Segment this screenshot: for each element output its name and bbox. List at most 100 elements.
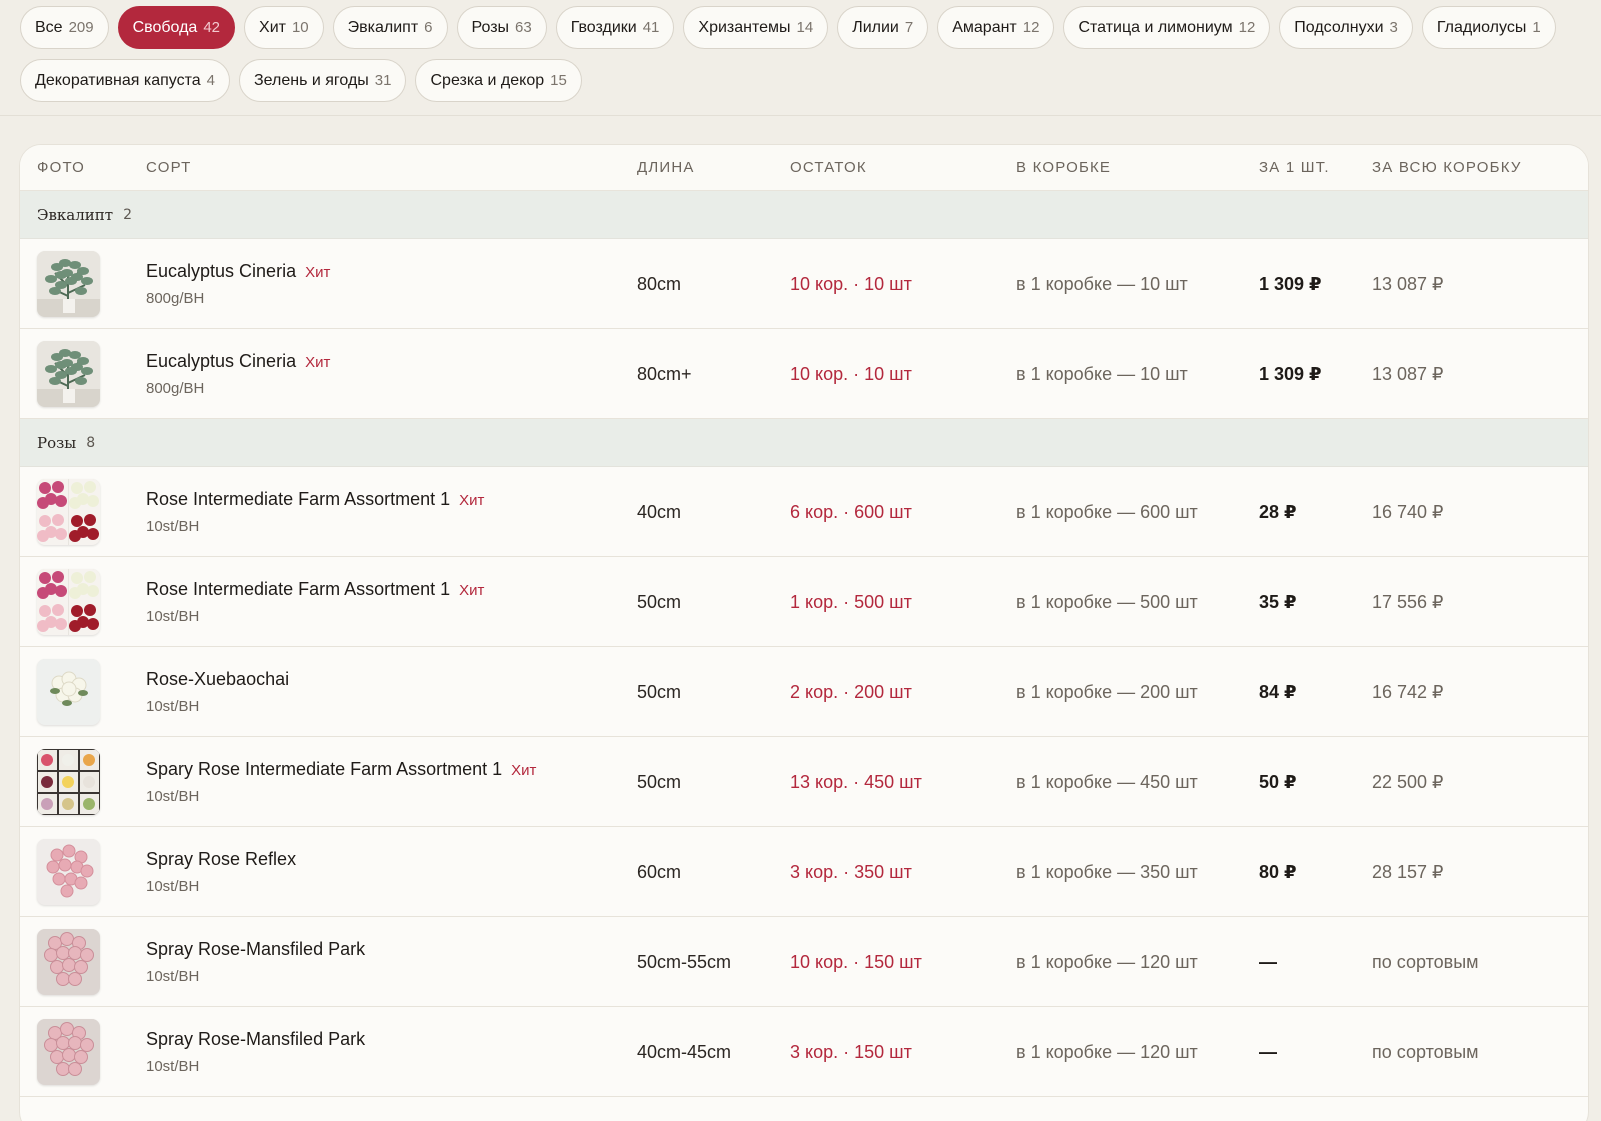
unit-price-cell: 50 ₽ <box>1259 771 1297 792</box>
filter-chip-count: 41 <box>642 19 660 36</box>
filter-chip[interactable]: Все 209 <box>20 6 109 49</box>
filter-chip[interactable]: Хризантемы 14 <box>683 6 829 49</box>
filter-chip[interactable]: Розы 63 <box>456 6 547 49</box>
box-price-cell: 13 087 ₽ <box>1372 273 1444 294</box>
stock-cell: 1 кор. · 500 шт <box>790 591 912 612</box>
product-name[interactable]: Eucalyptus Cineria <box>146 351 296 372</box>
filter-chip[interactable]: Хит 10 <box>244 6 324 49</box>
product-table: Фото Сорт Длина Остаток В коробке За 1 ш… <box>19 144 1589 1121</box>
stock-cell: 10 кор. · 150 шт <box>790 951 922 972</box>
filter-chip[interactable]: Подсолнухи 3 <box>1279 6 1413 49</box>
filter-chip[interactable]: Декоративная капуста 4 <box>20 59 230 102</box>
pack-size: 800g/BH <box>146 380 205 397</box>
filter-chip[interactable]: Срезка и декор 15 <box>415 59 582 102</box>
box-price-cell: 16 740 ₽ <box>1372 501 1444 522</box>
sort-cell: Spray Rose Reflex 10st/BH <box>146 827 616 917</box>
filter-chip-count: 6 <box>424 19 433 36</box>
box-quantity-cell: в 1 коробке — 120 шт <box>1016 1041 1198 1062</box>
sort-cell: Rose Intermediate Farm Assortment 1 Хит 10… <box>146 557 616 647</box>
hit-badge: Хит <box>459 582 485 599</box>
box-quantity-cell: в 1 коробке — 600 шт <box>1016 501 1198 522</box>
product-name[interactable]: Rose Intermediate Farm Assortment 1 <box>146 489 450 510</box>
group-count: 8 <box>86 434 96 451</box>
photo-cell <box>37 239 101 329</box>
product-photo[interactable] <box>37 341 100 407</box>
table-row[interactable]: Eucalyptus Cineria Хит 800g/BH 80cm+ 10 кор.… <box>20 329 1588 419</box>
photo-cell <box>37 1007 101 1097</box>
product-name[interactable]: Spray Rose Reflex <box>146 849 296 870</box>
filter-chip[interactable]: Лилии 7 <box>837 6 929 49</box>
filter-chip-count: 10 <box>291 19 309 36</box>
table-body: Эвкалипт 2 Eucalyptus Cineria Хит 800g/BH 80c… <box>20 191 1588 1097</box>
header-photo: Фото <box>37 159 86 176</box>
pack-size: 10st/BH <box>146 788 200 805</box>
product-name[interactable]: Spray Rose-Mansfiled Park <box>146 1029 365 1050</box>
table-row[interactable]: Rose-Xuebaochai 10st/BH 50cm 2 кор. · 200 ш… <box>20 647 1588 737</box>
box-price-cell: по сортовым <box>1372 951 1479 972</box>
table-row[interactable]: Spray Rose-Mansfiled Park 10st/BH 40cm-45c… <box>20 1007 1588 1097</box>
pack-size: 10st/BH <box>146 698 200 715</box>
table-row[interactable]: Eucalyptus Cineria Хит 800g/BH 80cm 10 кор. … <box>20 239 1588 329</box>
product-photo[interactable] <box>37 479 100 545</box>
photo-cell <box>37 827 101 917</box>
box-quantity-cell: в 1 коробке — 10 шт <box>1016 273 1188 294</box>
filter-chip[interactable]: Свобода 42 <box>117 6 236 49</box>
filter-chip-label: Гвоздики <box>570 18 637 36</box>
product-name[interactable]: Eucalyptus Cineria <box>146 261 296 282</box>
length-cell: 80cm+ <box>637 363 692 384</box>
filter-chip[interactable]: Эвкалипт 6 <box>332 6 448 49</box>
pack-size: 10st/BH <box>146 878 200 895</box>
photo-cell <box>37 467 101 557</box>
name-line: Spary Rose Intermediate Farm Assortment … <box>146 759 536 780</box>
product-name[interactable]: Rose Intermediate Farm Assortment 1 <box>146 579 450 600</box>
product-photo[interactable] <box>37 569 100 635</box>
filter-chip[interactable]: Амарант 12 <box>937 6 1055 49</box>
box-quantity-cell: в 1 коробке — 120 шт <box>1016 951 1198 972</box>
product-name[interactable]: Rose-Xuebaochai <box>146 669 289 690</box>
filter-chip-label: Эвкалипт <box>347 18 419 36</box>
filter-chip-label: Гладиолусы <box>1436 18 1527 36</box>
product-photo[interactable] <box>37 1019 100 1085</box>
unit-price-cell: 80 ₽ <box>1259 861 1297 882</box>
table-row[interactable]: Rose Intermediate Farm Assortment 1 Хит 10… <box>20 557 1588 647</box>
filter-chip-label: Все <box>35 18 63 36</box>
box-quantity-cell: в 1 коробке — 200 шт <box>1016 681 1198 702</box>
table-row[interactable]: Rose Intermediate Farm Assortment 1 Хит 10… <box>20 467 1588 557</box>
unit-price-cell: 35 ₽ <box>1259 591 1297 612</box>
box-quantity-cell: в 1 коробке — 350 шт <box>1016 861 1198 882</box>
unit-price-cell: 28 ₽ <box>1259 501 1297 522</box>
product-photo[interactable] <box>37 929 100 995</box>
table-row[interactable]: Spray Rose-Mansfiled Park 10st/BH 50cm-55c… <box>20 917 1588 1007</box>
pack-size: 10st/BH <box>146 608 200 625</box>
table-row[interactable]: Spary Rose Intermediate Farm Assortment … <box>20 737 1588 827</box>
product-photo[interactable] <box>37 251 100 317</box>
stock-cell: 10 кор. · 10 шт <box>790 363 912 384</box>
unit-price-cell: 1 309 ₽ <box>1259 273 1322 294</box>
box-quantity-cell: в 1 коробке — 10 шт <box>1016 363 1188 384</box>
filter-chip-label: Амарант <box>952 18 1017 36</box>
length-cell: 50cm <box>637 771 682 792</box>
group-name: Эвкалипт <box>37 205 114 224</box>
sort-cell: Rose-Xuebaochai 10st/BH <box>146 647 616 737</box>
box-price-cell: 16 742 ₽ <box>1372 681 1444 702</box>
filter-chip[interactable]: Зелень и ягоды 31 <box>239 59 407 102</box>
length-cell: 40cm <box>637 501 682 522</box>
photo-cell <box>37 557 101 647</box>
name-line: Eucalyptus Cineria Хит <box>146 261 330 282</box>
filter-chip[interactable]: Статица и лимониум 12 <box>1063 6 1271 49</box>
product-name[interactable]: Spray Rose-Mansfiled Park <box>146 939 365 960</box>
name-line: Spray Rose-Mansfiled Park <box>146 939 365 960</box>
length-cell: 50cm <box>637 591 682 612</box>
filter-chips: Все 209 Свобода 42 Хит 10 Эвкалипт 6 Розы 63 Гвозд… <box>20 6 1580 102</box>
box-quantity-cell: в 1 коробке — 500 шт <box>1016 591 1198 612</box>
table-row[interactable]: Spray Rose Reflex 10st/BH 60cm 3 кор. · 350… <box>20 827 1588 917</box>
product-photo[interactable] <box>37 839 100 905</box>
product-name[interactable]: Spary Rose Intermediate Farm Assortment … <box>146 759 502 780</box>
product-photo[interactable] <box>37 749 100 815</box>
product-photo[interactable] <box>37 659 100 725</box>
filter-chip-label: Зелень и ягоды <box>254 71 369 89</box>
filter-chip[interactable]: Гвоздики 41 <box>555 6 675 49</box>
filter-chip[interactable]: Гладиолусы 1 <box>1421 6 1556 49</box>
name-line: Eucalyptus Cineria Хит <box>146 351 330 372</box>
stock-cell: 3 кор. · 350 шт <box>790 861 912 882</box>
